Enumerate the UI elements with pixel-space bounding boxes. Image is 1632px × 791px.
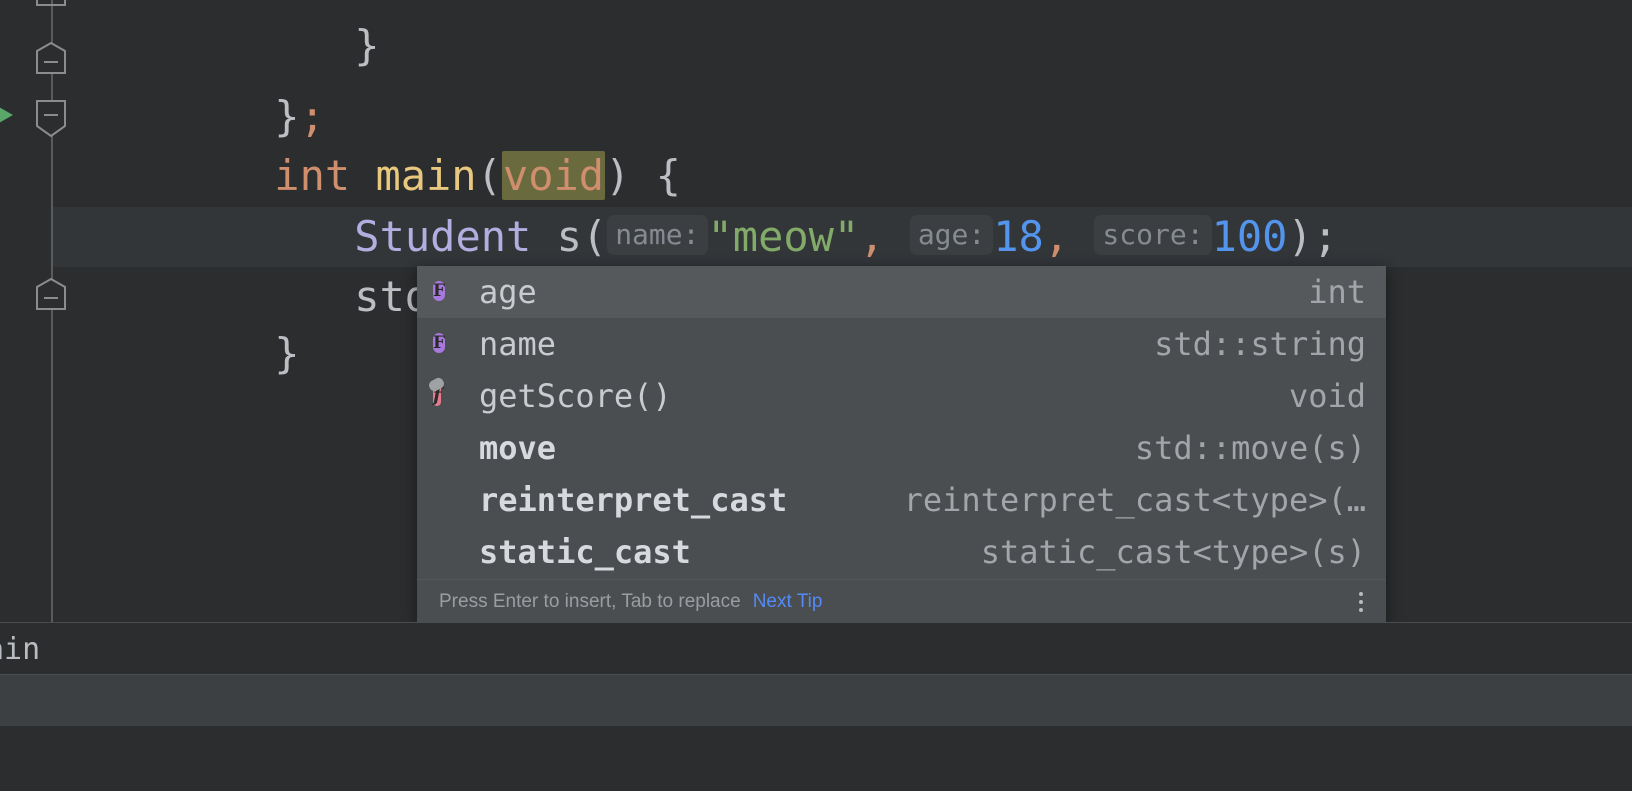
completion-item-type: void [1289,377,1366,415]
completion-popup-footer: Press Enter to insert, Tab to replace Ne… [417,579,1386,622]
completion-item-type: std::string [1154,325,1366,363]
code-completion-popup[interactable]: F age int F name std::string f ge [417,266,1386,622]
completion-item-label: move [479,429,556,467]
arg-value-score: 100 [1212,212,1288,261]
completion-hint-text: Press Enter to insert, Tab to replace [439,591,741,613]
completion-item-label: static_cast [479,533,691,571]
param-hint-age: age: [910,215,993,255]
completion-item-label: getScore() [479,377,672,415]
param-hint-score: score: [1094,215,1211,255]
ide-editor-screen: } }; int main(void) { Student s(name:"me… [0,0,1632,791]
completion-item-type: reinterpret_cast<type>(… [904,481,1366,519]
arg-separator-1: , [859,212,884,261]
no-icon-placeholder [433,433,463,463]
breadcrumb[interactable]: ain [0,622,1632,675]
code-line-main-signature: int main(void) { [72,86,681,146]
next-tip-link[interactable]: Next Tip [753,591,823,613]
main-close-brace: } [274,329,299,378]
completion-item-type: static_cast<type>(s) [981,533,1366,571]
no-icon-placeholder [433,485,463,515]
completion-item-name[interactable]: F name std::string [417,318,1386,370]
field-icon: F [433,329,463,359]
completion-item-type: int [1308,273,1366,311]
completion-item-age[interactable]: F age int [417,266,1386,318]
no-icon-placeholder [433,537,463,567]
code-editor[interactable]: } }; int main(void) { Student s(name:"me… [0,0,1632,622]
completion-item-label: reinterpret_cast [479,481,787,519]
completion-item-label: name [479,325,556,363]
brace-glyph: } [354,21,379,70]
status-bar[interactable] [0,726,1632,791]
code-line-main-end: } [72,264,300,324]
close-paren-semicolon: ); [1287,212,1338,261]
completion-item-reinterpret-cast[interactable]: reinterpret_cast reinterpret_cast<type>(… [417,474,1386,526]
completion-item-move[interactable]: move std::move(s) [417,422,1386,474]
arg-value-age: 18 [993,212,1044,261]
completion-item-list[interactable]: F age int F name std::string f ge [417,266,1386,579]
code-line-cout: std::cout << s. [152,207,734,267]
method-icon: f [433,381,463,411]
more-options-vertical-dots-icon[interactable] [1350,589,1372,615]
code-line-partial-top: } [152,0,380,16]
tool-window-strip[interactable] [0,674,1632,728]
arg-separator-2: , [1044,212,1069,261]
code-line-student-declaration: Student s(name:"meow", age:18, score:100… [152,147,1338,207]
code-line-struct-end: }; [72,27,325,87]
completion-item-label: age [479,273,537,311]
breadcrumb-item-main[interactable]: ain [0,632,40,667]
field-icon: F [433,277,463,307]
completion-item-type: std::move(s) [1135,429,1366,467]
completion-item-getscore[interactable]: f getScore() void [417,370,1386,422]
completion-item-static-cast[interactable]: static_cast static_cast<type>(s) [417,526,1386,578]
